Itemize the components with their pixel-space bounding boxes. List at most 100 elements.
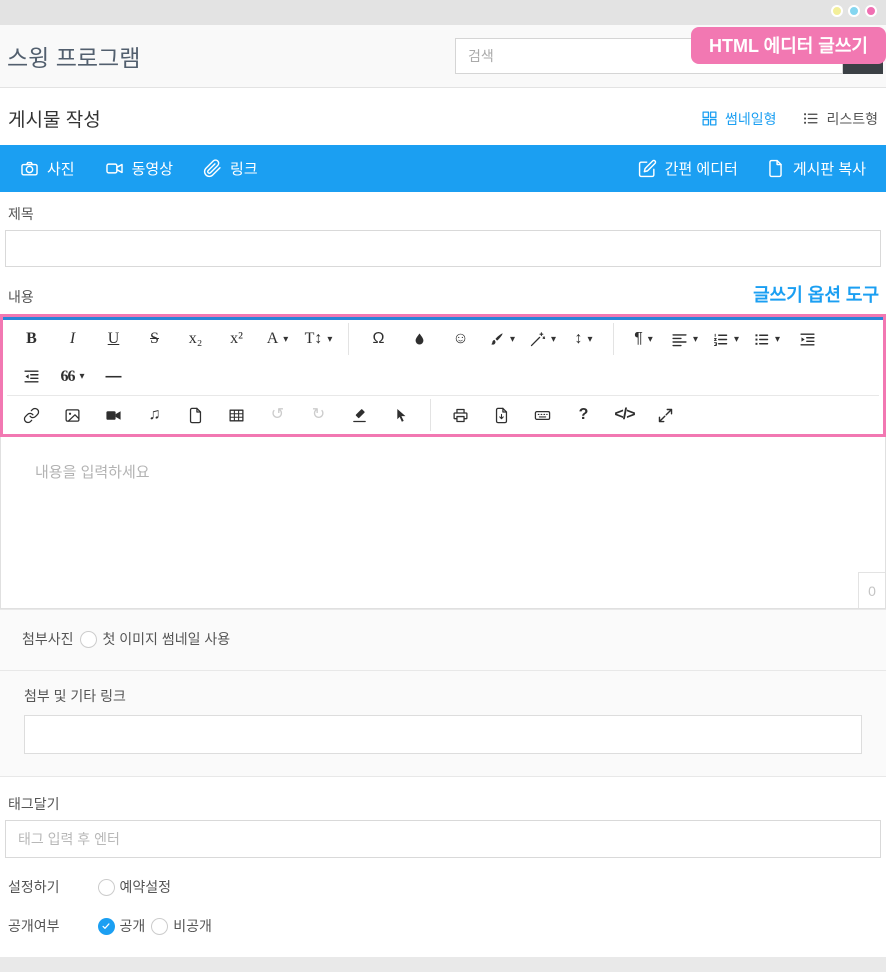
reservation-option[interactable]: 예약설정 [98, 877, 172, 897]
content-editor[interactable]: 내용을 입력하세요 0 [0, 437, 886, 609]
copy-file-icon [766, 159, 785, 178]
chevron-down-icon: ▾ [510, 334, 515, 345]
copy-board-button[interactable]: 게시판 복사 [766, 158, 866, 179]
window-titlebar [0, 0, 886, 25]
visibility-label: 공개여부 [8, 916, 60, 936]
chevron-down-icon: ▾ [587, 334, 592, 345]
indent-button[interactable] [788, 323, 827, 356]
attach-link-input[interactable] [24, 715, 862, 754]
page-head: 게시물 작성 썸네일형 리스트형 [0, 88, 886, 145]
print-icon [452, 407, 469, 424]
eraser-button[interactable] [340, 399, 379, 432]
paragraph-format-button[interactable]: ¶▾ [624, 323, 663, 356]
color-drop-icon [411, 331, 428, 348]
attach-photo-panel: 첨부사진 첫 이미지 썸네일 사용 [0, 609, 886, 670]
outdent-icon [23, 368, 40, 385]
view-toggle-list[interactable]: 리스트형 [802, 109, 878, 129]
bold-icon: B [26, 331, 37, 347]
color-drop-button[interactable] [400, 323, 439, 356]
insert-table-button[interactable] [217, 399, 256, 432]
chevron-down-icon: ▾ [551, 334, 556, 345]
insert-audio-button[interactable]: ♫ [135, 399, 174, 432]
view-toggle-label: 썸네일형 [725, 109, 777, 129]
horizontal-line-icon: — [106, 369, 122, 385]
redo-button[interactable]: ↻ [299, 399, 338, 432]
grid-icon [701, 110, 718, 127]
underline-button[interactable]: U [94, 323, 133, 356]
help-button[interactable]: ? [564, 399, 603, 432]
simple-editor-button[interactable]: 간편 에디터 [638, 158, 738, 179]
content-label-row: 내용 글쓰기 옵션 도구 [8, 281, 879, 307]
code-view-button[interactable]: </> [605, 399, 644, 432]
visibility-option-private[interactable]: 비공개 [151, 916, 212, 936]
undo-icon: ↺ [271, 407, 284, 423]
insert-link-button[interactable] [12, 399, 51, 432]
paint-brush-button[interactable]: ▾ [482, 323, 521, 356]
emoticon-button[interactable]: ☺ [441, 323, 480, 356]
view-toggle-thumbnail[interactable]: 썸네일형 [701, 109, 777, 129]
fullscreen-button[interactable] [646, 399, 685, 432]
char-counter: 0 [858, 572, 885, 608]
window-dots [831, 5, 877, 17]
emoticon-icon: ☺ [452, 331, 468, 347]
insert-file-icon [187, 407, 204, 424]
strikethrough-button[interactable]: S [135, 323, 174, 356]
first-image-thumbnail-radio[interactable] [80, 631, 97, 648]
keyboard-button[interactable] [523, 399, 562, 432]
insert-video-icon [105, 407, 122, 424]
underline-icon: U [108, 331, 120, 347]
strikethrough-icon: S [150, 331, 159, 347]
insert-video-button[interactable] [94, 399, 133, 432]
reservation-radio[interactable] [98, 879, 115, 896]
bold-button[interactable]: B [12, 323, 51, 356]
ordered-list-button[interactable]: ▾ [706, 323, 745, 356]
code-view-icon: </> [614, 407, 634, 423]
print-button[interactable] [441, 399, 480, 432]
superscript-button[interactable]: x² [217, 323, 256, 356]
tag-input[interactable] [5, 820, 881, 858]
magic-wand-icon [529, 331, 546, 348]
window-dot[interactable] [865, 5, 877, 17]
insert-table-icon [228, 407, 245, 424]
eraser-icon [351, 407, 368, 424]
window-dot[interactable] [831, 5, 843, 17]
magic-wand-button[interactable]: ▾ [523, 323, 562, 356]
title-input[interactable] [5, 230, 881, 267]
subscript-button[interactable]: x₂ [176, 323, 215, 356]
quote-button[interactable]: 66▾ [53, 360, 92, 393]
insert-link-button[interactable]: 링크 [203, 158, 258, 179]
special-char-button[interactable]: Ω [359, 323, 398, 356]
pdf-button[interactable] [482, 399, 521, 432]
insert-image-icon [64, 407, 81, 424]
select-all-button[interactable] [381, 399, 420, 432]
chevron-down-icon: ▾ [775, 334, 780, 345]
horizontal-line-button[interactable]: — [94, 360, 133, 393]
special-char-icon: Ω [373, 331, 385, 347]
edit-square-icon [638, 159, 657, 178]
line-height-icon: ↕ [574, 331, 582, 347]
font-color-button[interactable]: A▾ [258, 323, 297, 356]
font-size-button[interactable]: T↕▾ [299, 323, 338, 356]
insert-file-button[interactable] [176, 399, 215, 432]
chevron-down-icon: ▾ [734, 334, 739, 345]
insert-photo-button[interactable]: 사진 [20, 158, 75, 179]
check-circle-icon[interactable] [98, 918, 115, 935]
subscript-icon: x₂ [189, 331, 203, 347]
private-radio[interactable] [151, 918, 168, 935]
unordered-list-icon [753, 331, 770, 348]
insert-audio-icon: ♫ [149, 407, 161, 423]
view-toggle-label: 리스트형 [826, 109, 878, 129]
unordered-list-button[interactable]: ▾ [747, 323, 786, 356]
window-dot[interactable] [848, 5, 860, 17]
line-height-button[interactable]: ↕▾ [564, 323, 603, 356]
insert-image-button[interactable] [53, 399, 92, 432]
align-button[interactable]: ▾ [665, 323, 704, 356]
outdent-button[interactable] [12, 360, 51, 393]
superscript-icon: x² [230, 331, 243, 347]
undo-button[interactable]: ↺ [258, 399, 297, 432]
insert-video-button[interactable]: 동영상 [105, 158, 173, 179]
editor-toolbar-row: ♫ ↺ ↻? </> [7, 396, 879, 434]
italic-button[interactable]: I [53, 323, 92, 356]
visibility-option-public[interactable]: 공개 [98, 916, 146, 936]
font-size-icon: T↕ [305, 331, 323, 347]
